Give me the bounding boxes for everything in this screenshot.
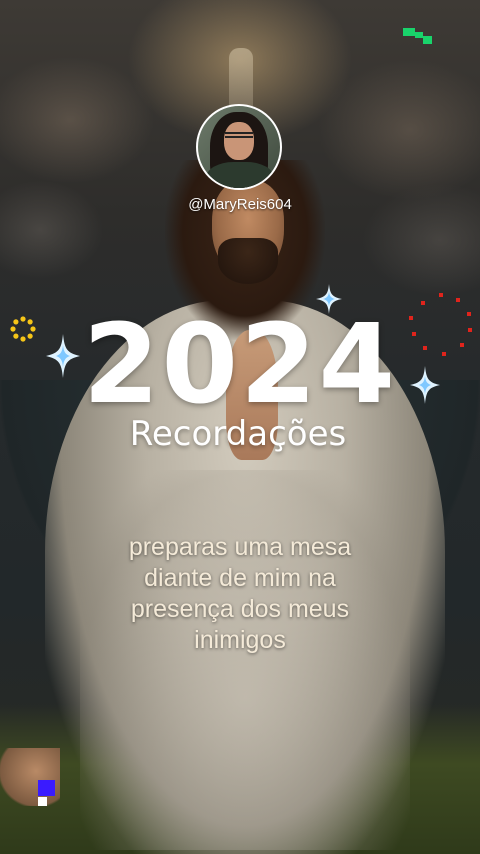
figure-robe-folds: [80, 470, 410, 850]
glitch-pixels-icon: [403, 28, 432, 44]
verse-line: inimigos: [194, 626, 286, 654]
glitch-pixels-icon: [38, 780, 55, 806]
memories-subtitle: Recordações: [129, 414, 347, 454]
figure-beard: [218, 238, 278, 284]
username[interactable]: @MaryReis604: [140, 196, 340, 213]
year-title: 2024: [82, 300, 398, 428]
verse-line: diante de mim na: [144, 564, 336, 592]
verse-line: preparas uma mesa: [128, 533, 352, 561]
profile-avatar[interactable]: [196, 104, 282, 190]
verse-text: preparas uma mesa diante de mim na prese…: [90, 532, 390, 656]
verse-line: presença dos meus: [130, 595, 350, 623]
